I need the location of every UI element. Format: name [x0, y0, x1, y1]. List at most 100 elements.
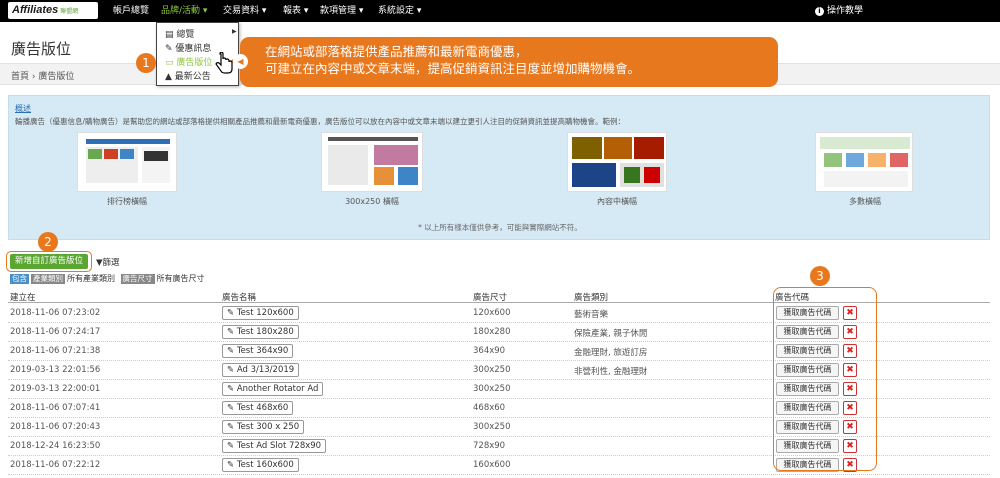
step-badge-2: 2	[38, 232, 58, 252]
filter-chip-category: 產業類別	[31, 274, 65, 284]
dropdown-item-label: 總覽	[176, 30, 195, 40]
filter-chip-size: 廣告尺寸	[120, 274, 155, 284]
header-name[interactable]: 廣告名稱	[222, 291, 256, 303]
ad-name-label: Test Ad Slot 728x90	[236, 441, 322, 451]
ad-name-label: Test 180x280	[236, 327, 294, 337]
step-badge-3: 3	[810, 266, 830, 286]
pencil-icon: ✎	[227, 441, 235, 451]
dropdown-item-announcements[interactable]: ▲ 最新公告	[165, 69, 211, 82]
sample-caption-in-content: 內容中橫幅	[597, 197, 637, 206]
filter-chip-include: 包含	[10, 274, 29, 284]
cell-created: 2018-12-24 16:23:50	[10, 441, 101, 451]
tag-icon: ✎	[165, 44, 173, 54]
warning-icon: ▲	[165, 72, 172, 82]
help-link[interactable]: i 操作教學	[815, 0, 863, 22]
nav-reports[interactable]: 報表 ▾	[283, 0, 308, 22]
pencil-icon: ✎	[227, 422, 235, 432]
ad-name-button[interactable]: ✎ Ad 3/13/2019	[222, 363, 300, 377]
ad-name-button[interactable]: ✎ Test 468x60	[222, 401, 294, 415]
header-size[interactable]: 廣告尺寸	[473, 291, 507, 303]
cell-category: 金融理財, 旅遊訂房	[574, 348, 648, 358]
cell-category: 藝術音樂	[574, 310, 609, 320]
pencil-icon: ✎	[227, 346, 235, 356]
ad-name-label: Another Rotator Ad	[236, 384, 319, 394]
cell-size: 120x600	[473, 308, 511, 318]
sample-image-300x250	[321, 132, 423, 192]
sample-caption-300x250: 300x250 橫幅	[345, 197, 399, 206]
nav-account-overview[interactable]: 帳戶總覽	[113, 0, 149, 22]
sample-image-multiple	[815, 132, 913, 192]
ad-name-button[interactable]: ✎ Test 180x280	[222, 325, 299, 339]
cell-size: 180x280	[473, 327, 511, 337]
sample-image-in-content	[567, 132, 667, 192]
ad-name-button[interactable]: ✎ Test 300 x 250	[222, 420, 305, 434]
highlight-ring-ad-code	[773, 287, 877, 471]
callout-line-2: 可建立在內容中或文章末端，提高促銷資訊注目度並增加購物機會。	[265, 61, 641, 76]
sample-disclaimer: * 以上所有樣本僅供參考，可能與實際網站不符。	[418, 223, 582, 232]
active-filters: 包含 產業類別 所有產業類別 廣告尺寸 所有廣告尺寸	[10, 273, 205, 284]
sample-image-leaderboard	[77, 132, 177, 192]
cell-created: 2019-03-13 22:01:56	[10, 365, 101, 375]
nav-brand-campaign[interactable]: 品牌/活動 ▾	[161, 0, 207, 22]
sample-caption-multiple: 多數橫幅	[849, 197, 881, 206]
callout-line-1: 在網站或部落格提供產品推薦和最新電商優惠，	[265, 44, 528, 59]
ad-name-label: Test 160x600	[236, 460, 294, 470]
overview-description: 輪播廣告（優惠信息/購物廣告）是幫助您的網站或部落格提供相關產品推薦和最新電商優…	[15, 117, 626, 126]
ad-name-button[interactable]: ✎ Another Rotator Ad	[222, 382, 324, 396]
ad-name-label: Test 120x600	[236, 308, 294, 318]
dropdown-item-overview[interactable]: ▤ 總覽	[165, 27, 194, 40]
header-created[interactable]: 建立在	[10, 291, 36, 303]
cell-size: 300x250	[473, 384, 511, 394]
filter-button[interactable]: ▼篩選	[96, 256, 120, 268]
cell-created: 2018-11-06 07:23:02	[10, 308, 101, 318]
cell-created: 2019-03-13 22:00:01	[10, 384, 101, 394]
dropdown-item-offers[interactable]: ✎ 優惠訊息	[165, 41, 211, 54]
pencil-icon: ✎	[227, 384, 235, 394]
breadcrumb[interactable]: 首頁 › 廣告版位	[11, 69, 74, 82]
filter-value-category: 所有產業類別	[67, 274, 115, 283]
header-category[interactable]: 廣告類別	[574, 291, 608, 303]
cell-size: 728x90	[473, 441, 506, 451]
ad-name-button[interactable]: ✎ Test 120x600	[222, 306, 299, 320]
ad-name-label: Test 468x60	[236, 403, 289, 413]
grid-icon: ▤	[165, 30, 174, 40]
pencil-icon: ✎	[227, 403, 235, 413]
nav-system-settings[interactable]: 系統設定 ▾	[378, 0, 421, 22]
dropdown-item-ad-slots[interactable]: ▭ 廣告版位	[165, 55, 212, 68]
sample-caption-leaderboard: 排行榜橫幅	[107, 197, 147, 206]
hand-cursor-icon	[215, 52, 233, 74]
cell-created: 2018-11-06 07:22:12	[10, 460, 101, 470]
cell-size: 468x60	[473, 403, 506, 413]
tutorial-callout: 在網站或部落格提供產品推薦和最新電商優惠， 可建立在內容中或文章末端，提高促銷資…	[240, 37, 778, 87]
nav-transactions[interactable]: 交易資料 ▾	[223, 0, 266, 22]
dropdown-item-label: 廣告版位	[176, 58, 213, 68]
info-icon: i	[815, 7, 824, 16]
submenu-arrow-icon: ▶	[232, 28, 237, 35]
page-title: 廣告版位	[11, 40, 72, 58]
brand-logo[interactable]: Affiliates 聯盟網	[8, 2, 98, 19]
step-badge-1: 1	[136, 53, 156, 73]
window-icon: ▭	[165, 58, 174, 68]
overview-title[interactable]: 概述	[15, 103, 31, 114]
ad-name-button[interactable]: ✎ Test Ad Slot 728x90	[222, 439, 327, 453]
overview-panel: 概述 輪播廣告（優惠信息/購物廣告）是幫助您的網站或部落格提供相關產品推薦和最新…	[8, 95, 990, 240]
chevron-left-icon: ◀	[233, 54, 248, 69]
ad-name-button[interactable]: ✎ Test 160x600	[222, 458, 299, 472]
cell-category: 非營利性, 金融理財	[574, 367, 648, 377]
cell-size: 364x90	[473, 346, 506, 356]
nav-payments[interactable]: 款項管理 ▾	[320, 0, 363, 22]
top-navigation-bar: Affiliates 聯盟網 帳戶總覽 品牌/活動 ▾ 交易資料 ▾ 報表 ▾ 款…	[0, 0, 1000, 22]
pencil-icon: ✎	[227, 365, 235, 375]
cell-created: 2018-11-06 07:20:43	[10, 422, 101, 432]
cell-size: 300x250	[473, 422, 511, 432]
cell-created: 2018-11-06 07:07:41	[10, 403, 101, 413]
dropdown-item-label: 最新公告	[174, 72, 211, 82]
ad-name-label: Ad 3/13/2019	[236, 365, 295, 375]
help-label: 操作教學	[827, 6, 864, 16]
cell-category: 保險產業, 親子休閒	[574, 329, 648, 339]
add-ad-slot-button[interactable]: 新增自訂廣告版位	[10, 254, 88, 269]
ad-name-button[interactable]: ✎ Test 364x90	[222, 344, 294, 358]
logo-text: Affiliates	[12, 4, 59, 16]
cell-created: 2018-11-06 07:24:17	[10, 327, 101, 337]
dropdown-item-label: 優惠訊息	[175, 44, 212, 54]
